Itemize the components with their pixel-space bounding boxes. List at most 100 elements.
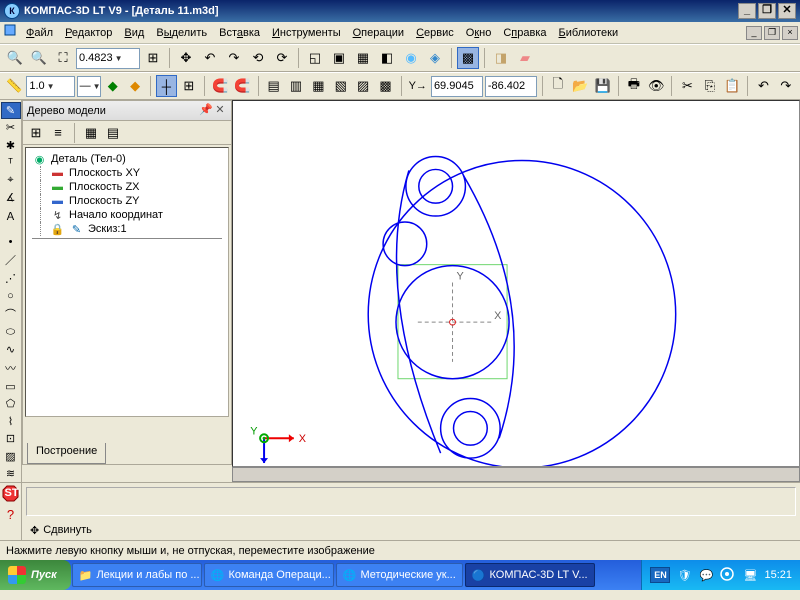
tray-chat-icon[interactable]: 💬 [698, 567, 714, 583]
front-view-icon[interactable]: ▣ [328, 47, 350, 69]
zoom-fit-icon[interactable]: ⊞ [142, 47, 164, 69]
app-menu-icon[interactable] [2, 22, 20, 44]
mdi-restore-button[interactable]: ❐ [764, 26, 780, 40]
left-text-icon[interactable]: ᵀ [1, 155, 21, 172]
color-a-icon[interactable]: ◆ [103, 75, 123, 97]
mdi-close-button[interactable]: × [782, 26, 798, 40]
help-icon[interactable]: ? [2, 505, 20, 523]
preview-icon[interactable]: 👁 [646, 75, 666, 97]
menu-view[interactable]: Вид [118, 25, 150, 41]
shade-edge-icon[interactable]: ◈ [424, 47, 446, 69]
menu-tools[interactable]: Инструменты [266, 25, 347, 41]
style-combo[interactable]: —▼ [77, 76, 101, 97]
horizontal-scrollbar[interactable] [232, 467, 800, 482]
tree-sketch-1[interactable]: 🔒 ✎ Эскиз:1 [32, 222, 222, 236]
left-geometry-icon[interactable]: ✎ [1, 102, 21, 119]
menu-editor[interactable]: Редактор [59, 25, 118, 41]
task-button-1[interactable]: 📁Лекции и лабы по ... [72, 563, 202, 587]
left-arc-icon[interactable]: ⌒ [1, 305, 21, 323]
snap-mid-icon[interactable]: 🧲 [232, 75, 252, 97]
cut-icon[interactable]: ✂ [677, 75, 697, 97]
layer-icon[interactable]: ▤ [264, 75, 284, 97]
layer2-icon[interactable]: ▥ [286, 75, 306, 97]
print-icon[interactable]: 🖶 [624, 75, 644, 97]
left-dim-icon[interactable]: ✱ [1, 137, 21, 154]
hidden-icon[interactable]: ◧ [376, 47, 398, 69]
menu-insert[interactable]: Вставка [213, 25, 266, 41]
shade-icon[interactable]: ◉ [400, 47, 422, 69]
task-button-2[interactable]: 🌐Команда Операци... [204, 563, 334, 587]
tree-tool-2-icon[interactable]: ≡ [49, 124, 67, 142]
zoom-combo[interactable]: 0.4823▼ [76, 48, 140, 69]
left-equid-icon[interactable]: ≋ [1, 465, 21, 482]
panel-pin-icon[interactable]: 📌 [199, 104, 213, 118]
snap-end-icon[interactable]: 🧲 [210, 75, 230, 97]
left-param-icon[interactable]: Ａ [1, 207, 21, 225]
viewport[interactable]: X Y X Z Y [232, 100, 800, 467]
tray-volume-icon[interactable] [720, 567, 736, 583]
tree-root[interactable]: ◉ Деталь (Тел-0) [32, 152, 222, 166]
left-notation-icon[interactable]: ⌖ [1, 172, 21, 189]
tree-tool-1-icon[interactable]: ⊞ [27, 124, 45, 142]
menu-libraries[interactable]: Библиотеки [553, 25, 625, 41]
tree-tool-4-icon[interactable]: ▤ [104, 124, 122, 142]
grid-icon[interactable]: ⊞ [179, 75, 199, 97]
panel-header[interactable]: Дерево модели 📌 ✕ [23, 101, 231, 121]
tree-origin[interactable]: ↯ Начало координат [32, 208, 222, 222]
language-indicator[interactable]: EN [650, 567, 670, 583]
layer5-icon[interactable]: ▨ [353, 75, 373, 97]
zoom-in-icon[interactable]: 🔍 [4, 47, 26, 69]
stop-button[interactable]: STOP [2, 485, 20, 503]
sketch-canvas[interactable]: X Y X Z Y [233, 101, 799, 466]
redraw-icon[interactable]: ⟳ [271, 47, 293, 69]
perspective-icon[interactable]: ▩ [457, 47, 479, 69]
redo-icon[interactable]: ↷ [776, 75, 796, 97]
layer4-icon[interactable]: ▧ [331, 75, 351, 97]
layer3-icon[interactable]: ▦ [308, 75, 328, 97]
menu-operations[interactable]: Операции [347, 25, 410, 41]
menu-file[interactable]: Файл [20, 25, 59, 41]
left-meas-icon[interactable]: ∡ [1, 190, 21, 207]
tab-build[interactable]: Построение [27, 443, 106, 464]
menu-service[interactable]: Сервис [410, 25, 460, 41]
left-aux-icon[interactable]: ⋰ [1, 270, 21, 287]
left-edit-icon[interactable]: ✂ [1, 120, 21, 137]
start-button[interactable]: Пуск [0, 560, 71, 590]
task-button-3[interactable]: 🌐Методические ук... [336, 563, 463, 587]
ortho-icon[interactable]: ┼ [156, 75, 176, 97]
scale-combo[interactable]: 1.0▼ [26, 76, 74, 97]
zoom-window-icon[interactable]: ⛶ [52, 47, 74, 69]
menu-help[interactable]: Справка [497, 25, 552, 41]
zoom-out-icon[interactable]: 🔍 [28, 47, 50, 69]
tree-plane-zy[interactable]: ▬ Плоскость ZY [32, 194, 222, 208]
panel-close-icon[interactable]: ✕ [213, 104, 227, 118]
layer6-icon[interactable]: ▩ [375, 75, 395, 97]
tray-display-icon[interactable]: 🖥 [742, 567, 758, 583]
pan-tab[interactable]: ✥ Сдвинуть [22, 520, 800, 540]
minimize-button[interactable]: _ [738, 3, 756, 19]
left-hatch-icon[interactable]: ▨ [1, 448, 21, 465]
tree-plane-xy[interactable]: ▬ Плоскость XY [32, 166, 222, 180]
mdi-minimize-button[interactable]: _ [746, 26, 762, 40]
restore-button[interactable]: ❐ [758, 3, 776, 19]
close-button[interactable]: ✕ [778, 3, 796, 19]
left-point-icon[interactable]: • [1, 233, 21, 250]
open-icon[interactable]: 📂 [570, 75, 590, 97]
simplify-icon[interactable]: ◨ [490, 47, 512, 69]
zoom-prev-icon[interactable]: ↶ [199, 47, 221, 69]
copy-icon[interactable]: ⎘ [700, 75, 720, 97]
new-icon[interactable]: 🗋 [548, 75, 568, 97]
iso-view-icon[interactable]: ◱ [304, 47, 326, 69]
coord-x-field[interactable]: 69.9045 [431, 76, 483, 97]
tree-tool-3-icon[interactable]: ▦ [82, 124, 100, 142]
zoom-next-icon[interactable]: ↷ [223, 47, 245, 69]
coord-y-field[interactable]: -86.402 [485, 76, 537, 97]
command-params-area[interactable] [26, 487, 796, 516]
left-rect-icon[interactable]: ▭ [1, 378, 21, 395]
rotate-icon[interactable]: ⟲ [247, 47, 269, 69]
wire-icon[interactable]: ▦ [352, 47, 374, 69]
left-bez-icon[interactable]: ⌇ [1, 413, 21, 430]
tray-clock[interactable]: 15:21 [764, 569, 792, 581]
undo-icon[interactable]: ↶ [753, 75, 773, 97]
left-contour-icon[interactable]: ⊡ [1, 430, 21, 447]
